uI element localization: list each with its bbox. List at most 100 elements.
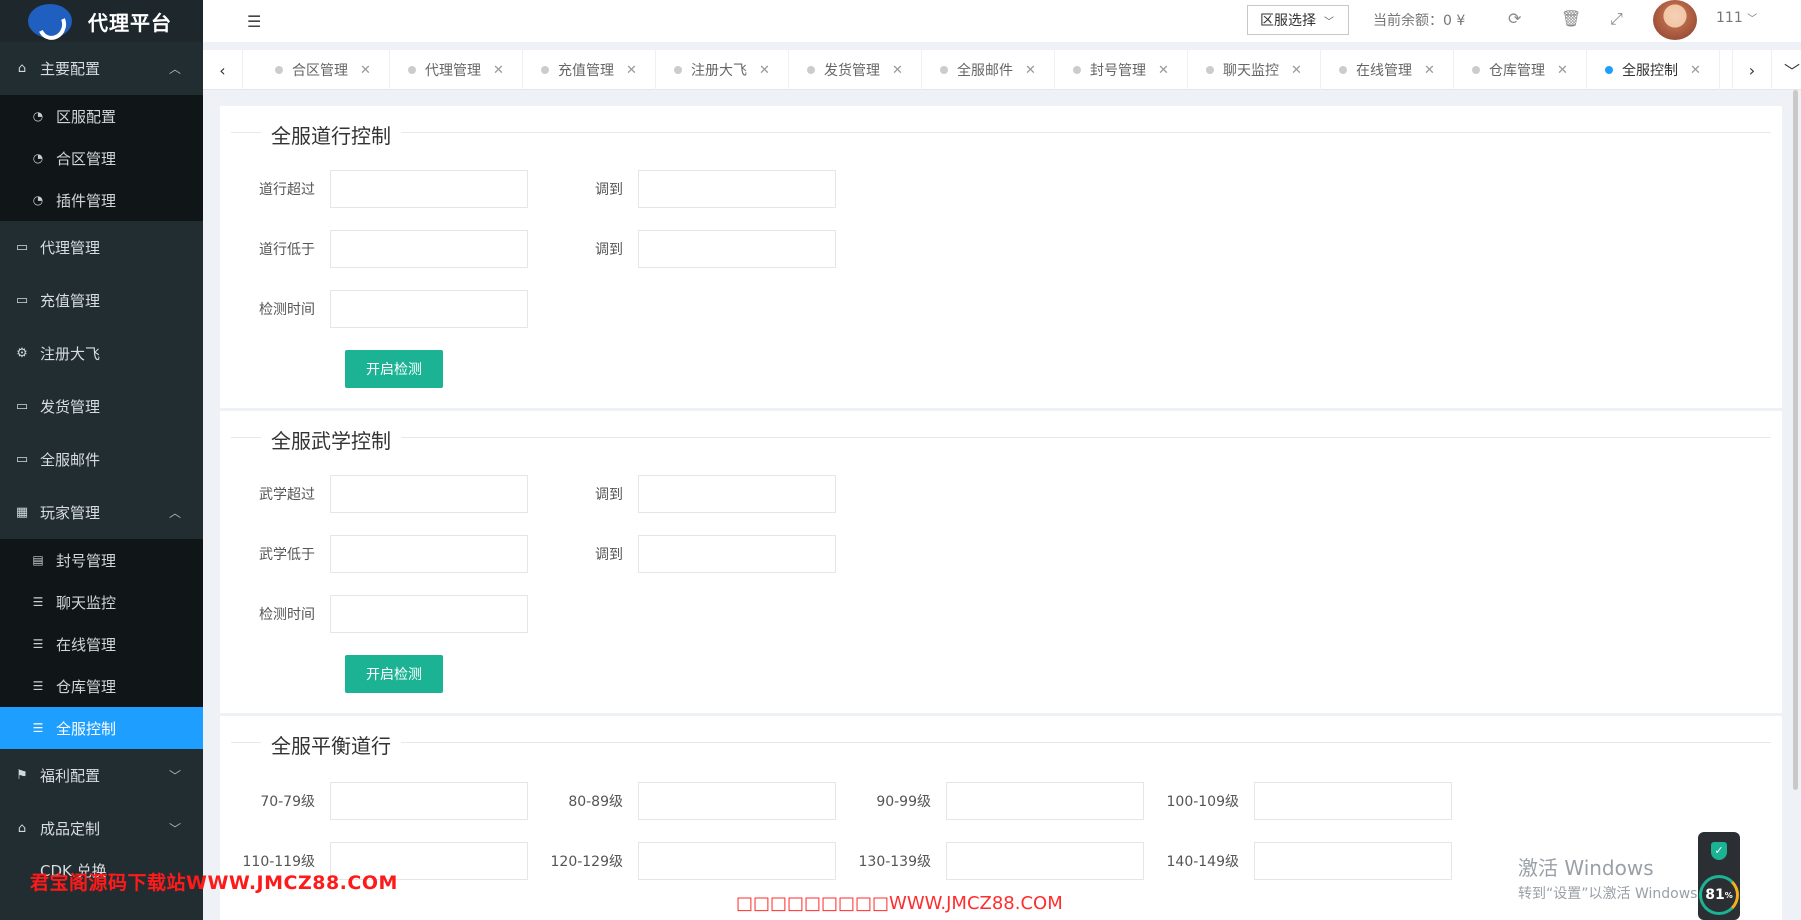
sidebar-group-custom[interactable]: ⌂ 成品定制 ﹀ <box>0 802 203 855</box>
wuxue-over-target-input[interactable] <box>638 475 836 513</box>
tab-server-mail[interactable]: 全服邮件 ✕ <box>922 50 1055 90</box>
activation-subtitle: 转到“设置”以激活 Windows <box>1518 886 1698 902</box>
field-label: 调到 <box>595 182 623 198</box>
tab-label: 聊天监控 <box>1223 63 1280 79</box>
level-80-89-input[interactable] <box>638 782 836 820</box>
tab-recharge[interactable]: 充值管理 ✕ <box>523 50 656 90</box>
dashboard-icon: ◔ <box>32 193 44 207</box>
sidebar-item-register[interactable]: ⚙ 注册大飞 <box>0 327 203 380</box>
tab-ban[interactable]: 封号管理 ✕ <box>1055 50 1188 90</box>
close-icon[interactable]: ✕ <box>1158 63 1169 78</box>
daoxing-check-time-input[interactable] <box>330 290 528 328</box>
tab-server-control[interactable]: 全服控制 ✕ <box>1587 50 1720 90</box>
username-dropdown[interactable]: 111 ﹀ <box>1716 10 1757 26</box>
wuxue-low-target-input[interactable] <box>638 535 836 573</box>
avatar[interactable] <box>1653 0 1697 40</box>
usage-value: 81 <box>1705 887 1725 903</box>
sidebar-item-server-control[interactable]: ☰ 全服控制 <box>0 707 203 749</box>
field-label: 武学超过 <box>259 487 315 503</box>
tab-merge-server[interactable]: 合区管理 ✕ <box>257 50 390 90</box>
daoxing-over-target-input[interactable] <box>638 170 836 208</box>
close-icon[interactable]: ✕ <box>1025 63 1036 78</box>
region-select[interactable]: 区服选择 ﹀ <box>1247 5 1349 35</box>
daoxing-over-input[interactable] <box>330 170 528 208</box>
close-icon[interactable]: ✕ <box>360 63 371 78</box>
sidebar-item-plugins[interactable]: ◔ 插件管理 <box>0 179 203 221</box>
section-title-line: 全服道行控制 <box>231 120 1771 149</box>
level-120-129-input[interactable] <box>638 842 836 880</box>
tab-warehouse[interactable]: 仓库管理 ✕ <box>1454 50 1587 90</box>
sidebar-item-warehouse[interactable]: ☰ 仓库管理 <box>0 665 203 707</box>
system-monitor-widget[interactable]: ✓ 81% <box>1698 832 1740 920</box>
panel-wuxue-control: 全服武学控制 武学超过 调到 武学低于 调到 检测时间 开启检测 <box>220 411 1782 713</box>
fullscreen-icon[interactable]: ⤢ <box>1610 9 1623 29</box>
close-icon[interactable]: ✕ <box>1690 63 1701 78</box>
chevron-right-icon: › <box>1748 60 1756 80</box>
tab-online[interactable]: 在线管理 ✕ <box>1321 50 1454 90</box>
menu-toggle-icon[interactable]: ☰ <box>247 12 261 31</box>
sidebar: 代理平台 ⌂ 主要配置 ︿ ◔ 区服配置 ◔ 合区管理 ◔ 插件管理 ▭ 代理管理 ▭ 充… <box>0 0 203 920</box>
level-100-109-input[interactable] <box>1254 782 1452 820</box>
sidebar-item-ban[interactable]: ▤ 封号管理 <box>0 539 203 581</box>
wuxue-check-time-input[interactable] <box>330 595 528 633</box>
sidebar-group-main-config[interactable]: ⌂ 主要配置 ︿ <box>0 42 203 95</box>
tab-dot <box>1472 66 1481 74</box>
sidebar-group-label: 玩家管理 <box>40 504 101 522</box>
chevron-down-icon: ﹀ <box>168 822 181 836</box>
sidebar-item-chat-monitor[interactable]: ☰ 聊天监控 <box>0 581 203 623</box>
tab-shipping[interactable]: 发货管理 ✕ <box>789 50 922 90</box>
sidebar-item-online[interactable]: ☰ 在线管理 <box>0 623 203 665</box>
sidebar-item-merge-server[interactable]: ◔ 合区管理 <box>0 137 203 179</box>
scrollbar[interactable] <box>1793 90 1798 790</box>
tab-label: 封号管理 <box>1090 63 1147 79</box>
level-140-149-input[interactable] <box>1254 842 1452 880</box>
start-check-button[interactable]: 开启检测 <box>345 655 443 693</box>
username: 111 <box>1716 10 1743 26</box>
start-check-button[interactable]: 开启检测 <box>345 350 443 388</box>
logo[interactable]: 代理平台 <box>0 0 203 42</box>
chevron-up-icon: ︿ <box>168 62 181 76</box>
panel-daoxing-control: 全服道行控制 道行超过 调到 道行低于 调到 检测时间 开启检测 <box>220 106 1782 408</box>
tab-dot <box>674 66 683 74</box>
field-label: 130-139级 <box>858 854 932 870</box>
level-70-79-input[interactable] <box>330 782 528 820</box>
daoxing-low-target-input[interactable] <box>638 230 836 268</box>
activation-title: 激活 Windows <box>1518 856 1654 880</box>
sidebar-group-players[interactable]: ▦ 玩家管理 ︿ <box>0 486 203 539</box>
tabs-more-button[interactable]: ﹀ <box>1772 50 1801 90</box>
wuxue-low-input[interactable] <box>330 535 528 573</box>
trash-icon[interactable]: 🗑 <box>1561 9 1581 28</box>
sidebar-item-server-mail[interactable]: ▭ 全服邮件 <box>0 433 203 486</box>
close-icon[interactable]: ✕ <box>892 63 903 78</box>
wuxue-over-input[interactable] <box>330 475 528 513</box>
close-icon[interactable]: ✕ <box>1424 63 1435 78</box>
section-title-line: 全服平衡道行 <box>231 730 1771 759</box>
sidebar-item-recharge[interactable]: ▭ 充值管理 <box>0 274 203 327</box>
close-icon[interactable]: ✕ <box>759 63 770 78</box>
close-icon[interactable]: ✕ <box>1557 63 1568 78</box>
list-icon: ☰ <box>32 721 44 735</box>
sidebar-item-agent[interactable]: ▭ 代理管理 <box>0 221 203 274</box>
close-icon[interactable]: ✕ <box>493 63 504 78</box>
sidebar-group-welfare[interactable]: ⚑ 福利配置 ﹀ <box>0 749 203 802</box>
tab-register[interactable]: 注册大飞 ✕ <box>656 50 789 90</box>
field-label: 140-149级 <box>1166 854 1240 870</box>
tab-dot <box>541 66 550 74</box>
daoxing-low-input[interactable] <box>330 230 528 268</box>
tabs-next-button[interactable]: › <box>1732 50 1772 90</box>
sidebar-item-label: 聊天监控 <box>56 593 117 612</box>
tab-agent[interactable]: 代理管理 ✕ <box>390 50 523 90</box>
home-icon: ⌂ <box>17 821 27 836</box>
level-130-139-input[interactable] <box>946 842 1144 880</box>
sidebar-item-shipping[interactable]: ▭ 发货管理 <box>0 380 203 433</box>
close-icon[interactable]: ✕ <box>626 63 637 78</box>
level-90-99-input[interactable] <box>946 782 1144 820</box>
field-label: 80-89级 <box>568 794 623 810</box>
tab-chat-monitor[interactable]: 聊天监控 ✕ <box>1188 50 1321 90</box>
refresh-icon[interactable]: ⟳ <box>1508 9 1521 28</box>
form-row: 武学低于 调到 <box>220 535 836 573</box>
sidebar-item-server-config[interactable]: ◔ 区服配置 <box>0 95 203 137</box>
chevron-down-icon: ﹀ <box>1747 14 1758 25</box>
close-icon[interactable]: ✕ <box>1291 63 1302 78</box>
tabs-prev-button[interactable]: ‹ <box>203 50 243 90</box>
